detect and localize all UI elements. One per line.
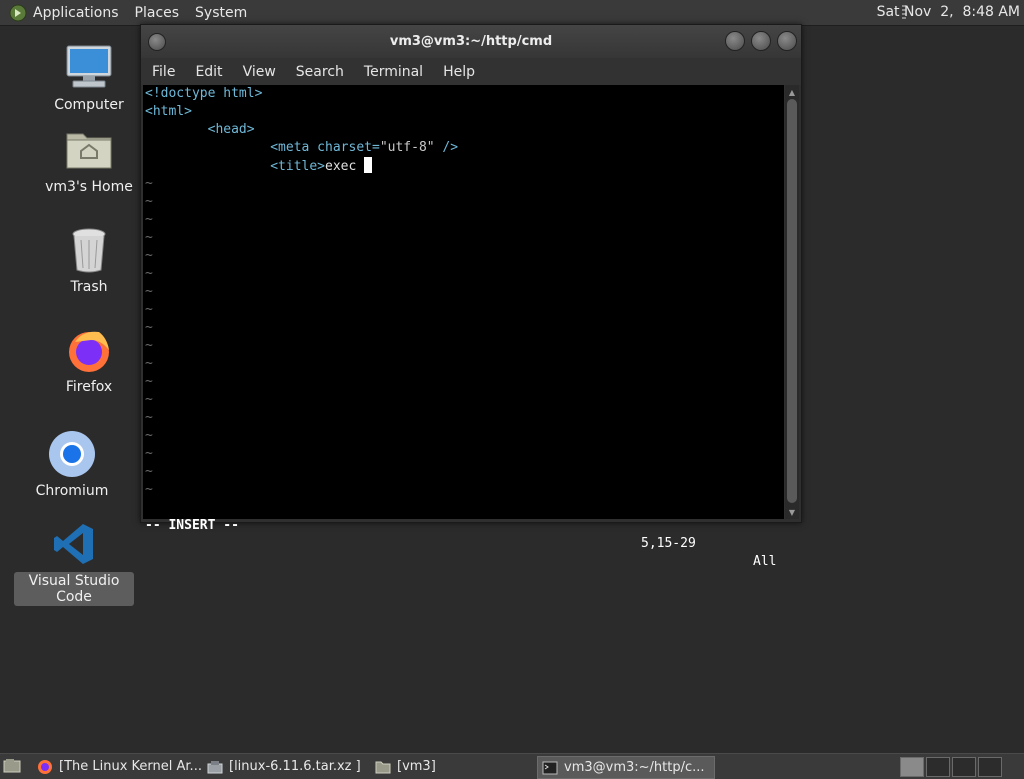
workspace-2[interactable] bbox=[926, 757, 950, 777]
code-text: exec bbox=[325, 159, 365, 174]
empty-line-tilde: ~ bbox=[145, 410, 153, 425]
vscode-icon bbox=[48, 520, 100, 568]
empty-line-tilde: ~ bbox=[145, 302, 153, 317]
desktop-icon-computer[interactable]: Computer bbox=[29, 44, 149, 114]
empty-line-tilde: ~ bbox=[145, 482, 153, 497]
chromium-icon bbox=[46, 430, 98, 478]
desktop-icon-label: Chromium bbox=[35, 483, 109, 499]
desktop-icon-label: Trash bbox=[70, 279, 108, 295]
empty-line-tilde: ~ bbox=[145, 248, 153, 263]
taskbar-item-label: [The Linux Kernel Ar... bbox=[59, 759, 202, 774]
empty-line-tilde: ~ bbox=[145, 230, 153, 245]
code-text: <!doctype html> bbox=[145, 86, 263, 101]
system-menu[interactable]: System bbox=[195, 5, 247, 21]
workspace-3[interactable] bbox=[952, 757, 976, 777]
desktop-icon-trash[interactable]: Trash bbox=[29, 226, 149, 296]
workspace-4[interactable] bbox=[978, 757, 1002, 777]
taskbar-item-label: vm3@vm3:~/http/c... bbox=[564, 760, 705, 775]
code-text: <meta charset= bbox=[145, 140, 380, 155]
window-menu-icon[interactable] bbox=[148, 33, 166, 51]
applications-menu[interactable]: Applications bbox=[33, 5, 119, 21]
code-text: /> bbox=[434, 140, 459, 155]
menu-search[interactable]: Search bbox=[296, 64, 344, 80]
firefox-icon bbox=[37, 759, 53, 775]
taskbar-item-label: [vm3] bbox=[397, 759, 436, 774]
cursor-position: 5,15-29 bbox=[641, 536, 696, 551]
taskbar-item-active[interactable]: vm3@vm3:~/http/c... bbox=[537, 756, 715, 779]
vim-mode: -- INSERT -- bbox=[145, 518, 239, 533]
archive-icon bbox=[207, 759, 223, 775]
empty-line-tilde: ~ bbox=[145, 446, 153, 461]
clock[interactable]: Sat Nov 2, 8:48 AM bbox=[877, 4, 1020, 20]
terminal-menubar: File Edit View Search Terminal Help bbox=[141, 58, 801, 85]
workspace-1[interactable] bbox=[900, 757, 924, 777]
empty-line-tilde: ~ bbox=[145, 464, 153, 479]
empty-line-tilde: ~ bbox=[145, 356, 153, 371]
firefox-icon bbox=[63, 326, 115, 374]
empty-line-tilde: ~ bbox=[145, 212, 153, 227]
desktop-icon-home[interactable]: vm3's Home bbox=[29, 126, 149, 196]
editor-line: <head> bbox=[143, 121, 784, 139]
empty-line-tilde: ~ bbox=[145, 374, 153, 389]
desktop-icon-firefox[interactable]: Firefox bbox=[29, 326, 149, 396]
empty-line-tilde: ~ bbox=[145, 284, 153, 299]
empty-line-tilde: ~ bbox=[145, 428, 153, 443]
code-text: <title> bbox=[145, 159, 326, 174]
vim-status-line: -- INSERT -- 5,15-29 All bbox=[143, 499, 784, 569]
desktop-icon-label: Computer bbox=[54, 97, 124, 113]
empty-line-tilde: ~ bbox=[145, 320, 153, 335]
editor-line: <meta charset="utf-8" /> bbox=[143, 139, 784, 157]
menu-help[interactable]: Help bbox=[443, 64, 475, 80]
text-cursor bbox=[364, 157, 373, 173]
code-string: "utf-8" bbox=[379, 140, 435, 155]
editor-line: <title>exec bbox=[143, 157, 784, 175]
vertical-scrollbar[interactable]: ▲ ▼ bbox=[785, 85, 799, 519]
desktop-icon-label: vm3's Home bbox=[45, 179, 133, 195]
terminal-content[interactable]: <!doctype html> <html> <head> <meta char… bbox=[143, 85, 784, 569]
taskbar-item[interactable]: [vm3] bbox=[371, 756, 535, 777]
maximize-button[interactable] bbox=[751, 31, 771, 51]
desktop-icon-chromium[interactable]: Chromium bbox=[12, 430, 132, 500]
empty-line-tilde: ~ bbox=[145, 194, 153, 209]
menu-edit[interactable]: Edit bbox=[195, 64, 222, 80]
empty-line-tilde: ~ bbox=[145, 392, 153, 407]
mate-logo-icon[interactable] bbox=[9, 4, 27, 22]
computer-icon bbox=[63, 44, 115, 92]
window-title: vm3@vm3:~/http/cmd bbox=[389, 34, 553, 49]
terminal-window[interactable]: vm3@vm3:~/http/cmd File Edit View Search… bbox=[140, 24, 802, 569]
scroll-up-icon[interactable]: ▲ bbox=[785, 85, 799, 99]
places-menu[interactable]: Places bbox=[135, 5, 180, 21]
close-button[interactable] bbox=[777, 31, 797, 51]
scrollbar-thumb[interactable] bbox=[787, 99, 797, 503]
taskbar-item[interactable]: [The Linux Kernel Ar... bbox=[33, 756, 209, 777]
taskbar-item-label: [linux-6.11.6.tar.xz ] bbox=[229, 759, 361, 774]
trash-icon bbox=[63, 226, 115, 274]
menu-terminal[interactable]: Terminal bbox=[364, 64, 423, 80]
menu-view[interactable]: View bbox=[243, 64, 276, 80]
show-desktop-icon[interactable] bbox=[3, 758, 21, 774]
top-panel: Applications Places System Sat Nov 2, 8:… bbox=[0, 0, 1024, 26]
scroll-percent: All bbox=[753, 554, 777, 569]
taskbar-item[interactable]: [linux-6.11.6.tar.xz ] bbox=[203, 756, 367, 777]
desktop-icon-label: Visual Studio Code bbox=[14, 572, 134, 606]
folder-icon bbox=[375, 759, 391, 775]
terminal-icon bbox=[542, 760, 558, 776]
menu-file[interactable]: File bbox=[152, 64, 175, 80]
desktop-icon-label: Firefox bbox=[65, 379, 113, 395]
code-text: <head> bbox=[145, 122, 255, 137]
empty-line-tilde: ~ bbox=[145, 176, 153, 191]
home-folder-icon bbox=[63, 126, 115, 174]
minimize-button[interactable] bbox=[725, 31, 745, 51]
empty-line-tilde: ~ bbox=[145, 266, 153, 281]
editor-line: <html> bbox=[143, 103, 784, 121]
desktop-icon-vscode[interactable]: Visual Studio Code bbox=[14, 520, 134, 606]
bottom-panel: [The Linux Kernel Ar... [linux-6.11.6.ta… bbox=[0, 753, 1024, 779]
empty-line-tilde: ~ bbox=[145, 338, 153, 353]
code-text: <html> bbox=[145, 104, 192, 119]
editor-line: <!doctype html> bbox=[143, 85, 784, 103]
scroll-down-icon[interactable]: ▼ bbox=[785, 505, 799, 519]
window-titlebar[interactable]: vm3@vm3:~/http/cmd bbox=[141, 25, 801, 58]
